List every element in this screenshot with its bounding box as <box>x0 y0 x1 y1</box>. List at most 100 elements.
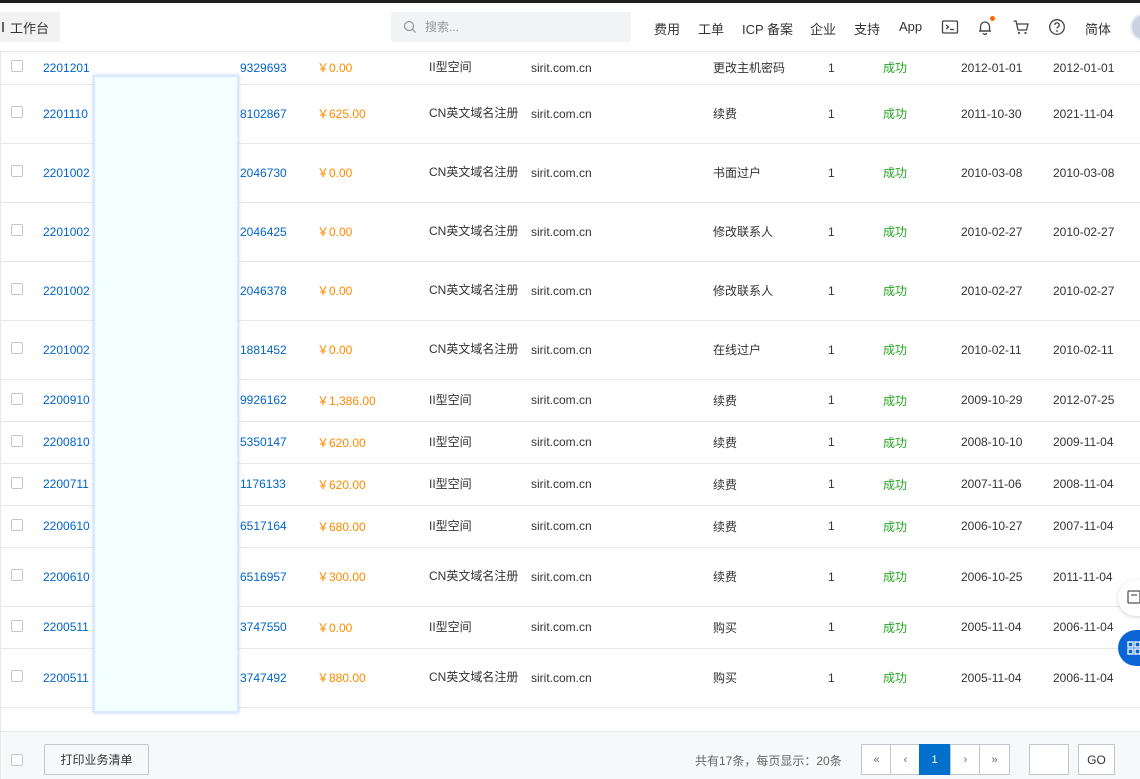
print-list-button[interactable]: 打印业务清单 <box>44 744 149 775</box>
domain-cell: sirit.com.cn <box>531 143 713 203</box>
domain-cell: sirit.com.cn <box>531 320 713 380</box>
order-id-link-suffix[interactable]: 9329693 <box>240 61 287 75</box>
order-id-link-suffix[interactable]: 2046378 <box>240 284 287 298</box>
order-id-link-suffix[interactable]: 6517164 <box>240 519 287 533</box>
quantity-cell: 1 <box>828 606 883 649</box>
domain-cell: sirit.com.cn <box>531 379 713 422</box>
help-icon[interactable] <box>1048 18 1066 36</box>
nav-enterprise[interactable]: 企业 <box>810 19 836 38</box>
status-cell: 成功 <box>883 52 961 85</box>
last-page-button[interactable]: » <box>979 744 1010 775</box>
row-checkbox-cell <box>1 547 43 607</box>
domain-cell: sirit.com.cn <box>531 52 713 85</box>
cart-icon[interactable] <box>1012 18 1030 36</box>
order-id-link[interactable]: 2201002 <box>43 343 90 357</box>
order-id-link-suffix[interactable]: 2046730 <box>240 166 287 180</box>
nav-app[interactable]: App <box>899 19 922 34</box>
nav-icp[interactable]: ICP 备案 <box>742 19 793 38</box>
amount-cell: ￥880.00 <box>317 648 429 708</box>
row-checkbox[interactable] <box>11 106 23 118</box>
order-id-link[interactable]: 2200810 <box>43 435 90 449</box>
status-cell: 成功 <box>883 648 961 708</box>
next-page-button[interactable]: › <box>950 744 981 775</box>
status-cell: 成功 <box>883 606 961 649</box>
order-id-link-suffix[interactable]: 5350147 <box>240 435 287 449</box>
nav-support[interactable]: 支持 <box>854 19 880 38</box>
order-id-link-suffix[interactable]: 6516957 <box>240 570 287 584</box>
amount-cell: ￥620.00 <box>317 421 429 464</box>
amount-cell: ￥0.00 <box>317 202 429 262</box>
order-id-link[interactable]: 2200711 <box>43 477 89 491</box>
order-id-link[interactable]: 2200610 <box>43 570 90 584</box>
order-id-link[interactable]: 2201110 <box>43 107 88 121</box>
row-checkbox[interactable] <box>11 518 23 531</box>
domain-cell: sirit.com.cn <box>531 84 713 144</box>
row-checkbox-cell <box>1 320 43 380</box>
product-type-cell: CN英文域名注册 <box>429 648 531 708</box>
amount-cell: ￥0.00 <box>317 261 429 321</box>
start-date-cell: 2006-10-27 <box>961 505 1053 548</box>
product-type-cell: CN英文域名注册 <box>429 143 531 203</box>
quantity-cell: 1 <box>828 143 883 203</box>
order-id-link-suffix[interactable]: 2046425 <box>240 225 287 239</box>
row-checkbox[interactable] <box>11 619 23 632</box>
page-number-input[interactable] <box>1029 744 1069 775</box>
go-button[interactable]: GO <box>1078 744 1115 775</box>
row-checkbox-cell <box>1 606 43 649</box>
product-type-cell: II型空间 <box>429 505 531 548</box>
quantity-cell: 1 <box>828 379 883 422</box>
row-checkbox[interactable] <box>11 392 23 405</box>
order-id-link-suffix[interactable]: 1176133 <box>240 477 286 491</box>
order-id-link[interactable]: 2200910 <box>43 393 90 407</box>
order-id-link[interactable]: 2201002 <box>43 284 90 298</box>
order-id-link[interactable]: 2200511 <box>43 620 89 634</box>
amount-cell: ￥300.00 <box>317 547 429 607</box>
row-checkbox[interactable] <box>11 569 23 581</box>
order-id-link[interactable]: 2201201 <box>43 61 90 75</box>
search-input[interactable] <box>425 20 615 34</box>
end-date-cell: 2009-11-04 <box>1053 421 1140 464</box>
operation-cell: 书面过户 <box>713 143 828 203</box>
order-id-link-suffix[interactable]: 1881452 <box>240 343 287 357</box>
quantity-cell: 1 <box>828 547 883 607</box>
order-id-link[interactable]: 2201002 <box>43 166 90 180</box>
nav-tickets[interactable]: 工单 <box>698 19 724 38</box>
row-checkbox[interactable] <box>11 476 23 489</box>
row-checkbox[interactable] <box>11 670 23 682</box>
order-id-link[interactable]: 2200610 <box>43 519 90 533</box>
workbench-button[interactable]: 工作台 <box>0 12 60 42</box>
user-avatar[interactable] <box>1130 13 1140 41</box>
operation-cell: 更改主机密码 <box>713 52 828 85</box>
nav-fees[interactable]: 费用 <box>654 19 680 38</box>
terminal-icon[interactable] <box>941 18 959 36</box>
start-date-cell: 2007-11-06 <box>961 463 1053 506</box>
search-box[interactable] <box>391 12 631 42</box>
order-id-link[interactable]: 2201002 <box>43 225 90 239</box>
order-id-link-suffix[interactable]: 8102867 <box>240 107 287 121</box>
start-date-cell: 2008-10-10 <box>961 421 1053 464</box>
row-checkbox[interactable] <box>11 283 23 295</box>
domain-cell: sirit.com.cn <box>531 648 713 708</box>
prev-page-button[interactable]: ‹ <box>890 744 921 775</box>
row-checkbox[interactable] <box>11 224 23 236</box>
page-1-button[interactable]: 1 <box>919 744 950 775</box>
order-id-link[interactable]: 2200511 <box>43 671 89 685</box>
row-checkbox[interactable] <box>11 165 23 177</box>
row-checkbox-cell <box>1 648 43 708</box>
quantity-cell: 1 <box>828 52 883 85</box>
status-cell: 成功 <box>883 379 961 422</box>
row-checkbox[interactable] <box>11 342 23 354</box>
order-id-link-suffix[interactable]: 3747492 <box>240 671 287 685</box>
order-id-link-suffix[interactable]: 3747550 <box>240 620 287 634</box>
status-cell: 成功 <box>883 202 961 262</box>
start-date-cell: 2010-02-27 <box>961 261 1053 321</box>
operation-cell: 续费 <box>713 463 828 506</box>
language-switch[interactable]: 简体 <box>1085 19 1111 38</box>
quantity-cell: 1 <box>828 648 883 708</box>
row-checkbox[interactable] <box>11 434 23 447</box>
row-checkbox[interactable] <box>11 60 23 73</box>
first-page-button[interactable]: « <box>861 744 892 775</box>
select-all-checkbox[interactable] <box>11 754 23 766</box>
order-id-link-suffix[interactable]: 9926162 <box>240 393 287 407</box>
redaction-overlay <box>93 75 239 713</box>
